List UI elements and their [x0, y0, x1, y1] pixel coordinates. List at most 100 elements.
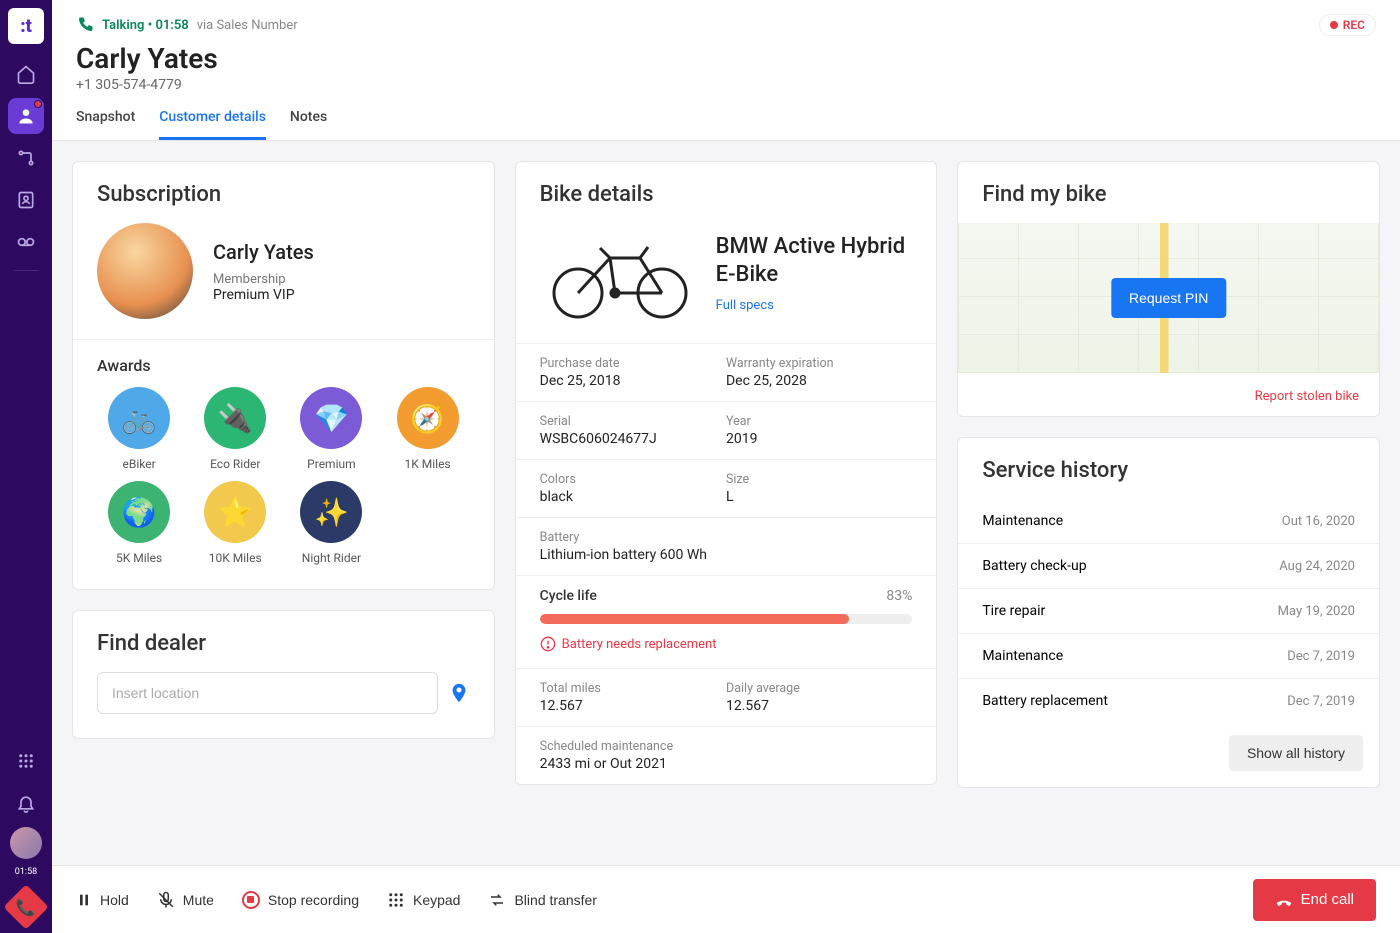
bike-map[interactable]: Request PIN [958, 223, 1379, 373]
history-date: Dec 7, 2019 [1287, 649, 1355, 664]
history-name: Battery replacement [982, 693, 1108, 709]
tab-customer-details[interactable]: Customer details [159, 109, 266, 140]
award-badge: ✨ Night Rider [285, 481, 377, 565]
purchase-date-label: Purchase date [540, 356, 726, 371]
award-badge: 🧭1K Miles [381, 387, 473, 471]
find-dealer-title: Find dealer [73, 611, 494, 672]
history-item[interactable]: Battery replacement Dec 7, 2019 [958, 678, 1379, 723]
bike-name: BMW Active Hybrid E-Bike [716, 233, 913, 288]
dealer-location-input[interactable] [97, 672, 438, 714]
notification-badge [34, 100, 42, 108]
battery-value: Lithium-ion battery 600 Wh [540, 547, 913, 563]
call-status-text: Talking • 01:58 [102, 18, 189, 33]
serial-label: Serial [540, 414, 726, 429]
full-specs-link[interactable]: Full specs [716, 298, 774, 313]
call-footer: Hold Mute Stop recording Keypad Blind tr… [52, 865, 1400, 933]
purchase-date-value: Dec 25, 2018 [540, 373, 726, 389]
contacts-icon[interactable] [8, 182, 44, 218]
keypad-button[interactable]: Keypad [387, 891, 460, 909]
membership-value: Premium VIP [213, 287, 314, 303]
award-label: 10K Miles [209, 551, 262, 565]
year-label: Year [726, 414, 912, 429]
keypad-icon [387, 891, 405, 909]
award-icon: ✨ [300, 481, 362, 543]
serial-value: WSBC606024677J [540, 431, 726, 447]
find-my-bike-title: Find my bike [958, 162, 1379, 223]
stop-recording-button[interactable]: Stop recording [242, 891, 359, 909]
daily-avg-value: 12.567 [726, 698, 912, 714]
tabs: Snapshot Customer details Notes [76, 109, 1376, 140]
service-history-card: Service history MaintenanceOut 16, 2020B… [957, 437, 1380, 788]
award-icon: 🔌 [204, 387, 266, 449]
notifications-icon[interactable] [8, 785, 44, 821]
pause-icon [76, 892, 92, 908]
call-via: via Sales Number [197, 18, 298, 33]
award-badge: 🚲eBiker [93, 387, 185, 471]
scheduled-maintenance-value: 2433 mi or Out 2021 [540, 756, 913, 772]
user-avatar[interactable] [10, 827, 42, 859]
hold-button[interactable]: Hold [76, 892, 129, 908]
award-icon: 🚲 [108, 387, 170, 449]
colors-label: Colors [540, 472, 726, 487]
history-item[interactable]: MaintenanceOut 16, 2020 [958, 499, 1379, 543]
history-name: Battery check-up [982, 558, 1086, 574]
apps-icon[interactable] [8, 743, 44, 779]
award-icon: 🧭 [397, 387, 459, 449]
customer-name: Carly Yates [76, 42, 1376, 75]
history-item[interactable]: Battery check-upAug 24, 2020 [958, 543, 1379, 588]
mute-button[interactable]: Mute [157, 891, 214, 909]
home-icon[interactable] [8, 56, 44, 92]
find-dealer-card: Find dealer [72, 610, 495, 739]
history-item[interactable]: Tire repair May 19, 2020 [958, 588, 1379, 633]
header: Talking • 01:58 via Sales Number REC Car… [52, 0, 1400, 141]
subscription-card: Subscription Carly Yates Membership Prem… [72, 161, 495, 590]
show-all-history-button[interactable]: Show all history [1229, 735, 1363, 771]
history-item[interactable]: MaintenanceDec 7, 2019 [958, 633, 1379, 678]
voicemail-icon[interactable] [8, 224, 44, 260]
tab-notes[interactable]: Notes [290, 109, 327, 140]
year-value: 2019 [726, 431, 912, 447]
size-label: Size [726, 472, 912, 487]
find-my-bike-card: Find my bike Request PIN Report stolen b… [957, 161, 1380, 417]
warning-icon [540, 636, 556, 652]
history-date: May 19, 2020 [1278, 604, 1355, 619]
history-name: Tire repair [982, 603, 1045, 619]
membership-label: Membership [213, 272, 314, 287]
recording-badge: REC [1319, 14, 1376, 36]
award-label: Eco Rider [210, 457, 260, 471]
customer-phone: +1 305-574-4779 [76, 77, 1376, 93]
active-call-indicator[interactable]: 📞 [3, 884, 48, 929]
agent-icon[interactable] [8, 98, 44, 134]
size-value: L [726, 489, 912, 505]
request-pin-button[interactable]: Request PIN [1111, 278, 1226, 318]
battery-label: Battery [540, 530, 913, 545]
award-icon: ⭐ [204, 481, 266, 543]
bike-image [540, 223, 700, 323]
location-pin-icon[interactable] [448, 682, 470, 704]
mic-off-icon [157, 891, 175, 909]
blind-transfer-button[interactable]: Blind transfer [488, 891, 596, 909]
phone-icon [76, 16, 94, 34]
transfer-icon [488, 891, 506, 909]
subscription-title: Subscription [73, 162, 494, 223]
history-name: Maintenance [982, 513, 1063, 529]
app-logo[interactable]: :t [8, 8, 44, 44]
history-date: Dec 7, 2019 [1287, 694, 1355, 709]
award-icon: 🌍 [108, 481, 170, 543]
tab-snapshot[interactable]: Snapshot [76, 109, 135, 140]
award-label: Night Rider [302, 551, 361, 565]
daily-avg-label: Daily average [726, 681, 912, 696]
stop-icon [242, 891, 260, 909]
cycle-life-pct: 83% [886, 588, 912, 604]
award-label: 5K Miles [116, 551, 162, 565]
service-history-title: Service history [958, 438, 1379, 499]
colors-value: black [540, 489, 726, 505]
award-badge: 🌍 5K Miles [93, 481, 185, 565]
end-call-button[interactable]: End call [1253, 879, 1376, 921]
cycle-life-label: Cycle life [540, 588, 597, 604]
report-stolen-link[interactable]: Report stolen bike [1255, 389, 1359, 404]
scheduled-maintenance-label: Scheduled maintenance [540, 739, 913, 754]
warranty-label: Warranty expiration [726, 356, 912, 371]
sidebar-divider [14, 270, 38, 271]
flow-icon[interactable] [8, 140, 44, 176]
